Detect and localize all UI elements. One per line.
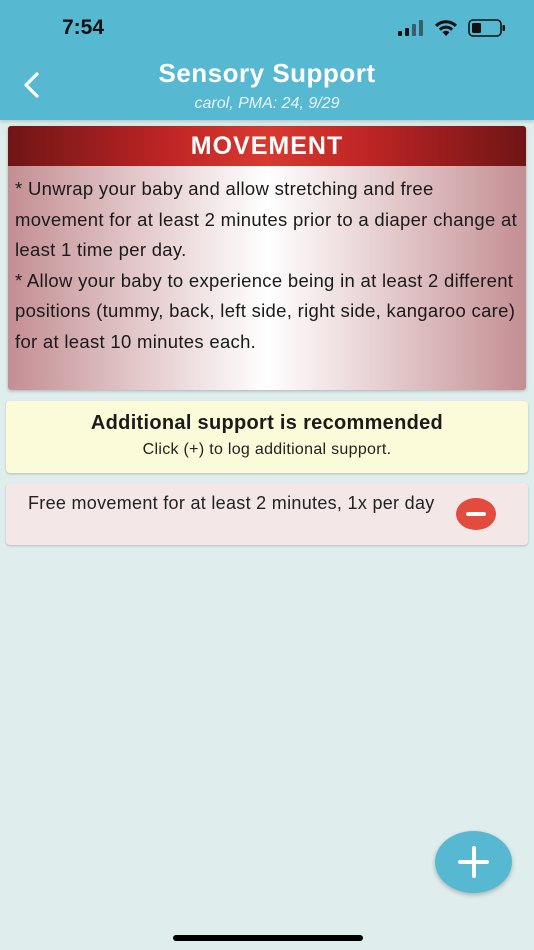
instruction-text: * Unwrap your baby and allow stretching … [15,178,518,261]
add-support-button[interactable] [435,831,512,893]
navigation-header: 7:54 Sensory Support carol, PMA: 24, 9/2… [0,0,534,120]
cellular-signal-icon [398,20,423,36]
notice-title: Additional support is recommended [90,412,444,434]
remove-support-button[interactable] [456,498,496,530]
instruction-text: * Allow your baby to experience being in… [15,269,516,352]
page-title: Sensory Support [158,58,376,88]
recommendation-notice: Additional support is recommended Click … [6,401,528,473]
card-title: MOVEMENT [8,126,526,166]
home-indicator [173,935,363,941]
wifi-icon [435,19,457,36]
patient-subtitle: carol, PMA: 24, 9/29 [194,95,340,112]
status-time: 7:54 [62,16,105,39]
logged-support-label: Free movement for at least 2 minutes, 1x… [28,493,435,513]
battery-icon [468,19,505,37]
movement-card: MOVEMENT * Unwrap your baby and allow st… [8,126,526,390]
notice-subtitle: Click (+) to log additional support. [142,441,392,458]
logged-support-item[interactable]: Free movement for at least 2 minutes, 1x… [6,483,528,545]
card-instructions: * Unwrap your baby and allow stretching … [8,166,526,358]
status-icons [398,19,506,37]
